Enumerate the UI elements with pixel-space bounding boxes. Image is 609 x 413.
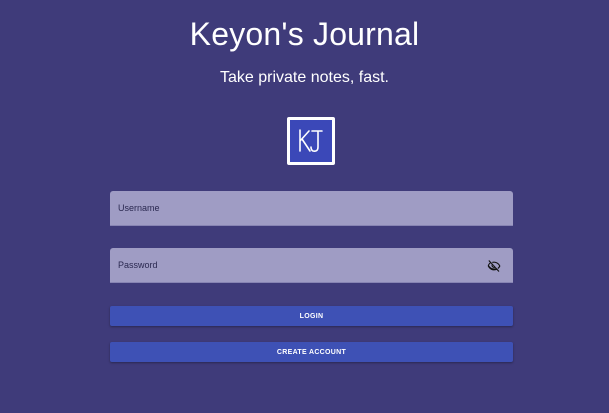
password-field[interactable] [110, 248, 513, 283]
login-button[interactable]: LOGIN [110, 306, 513, 326]
create-account-button[interactable]: CREATE ACCOUNT [110, 342, 513, 362]
kj-logo-glyph [299, 129, 323, 152]
username-field[interactable] [110, 191, 513, 226]
page-subtitle: Take private notes, fast. [220, 69, 389, 86]
login-page: Keyon's Journal Take private notes, fast… [0, 0, 609, 413]
eye-off-icon[interactable] [487, 259, 501, 273]
kj-logo-icon [287, 117, 335, 165]
username-input[interactable] [110, 191, 513, 225]
page-title: Keyon's Journal [189, 16, 420, 52]
password-input[interactable] [110, 248, 513, 282]
